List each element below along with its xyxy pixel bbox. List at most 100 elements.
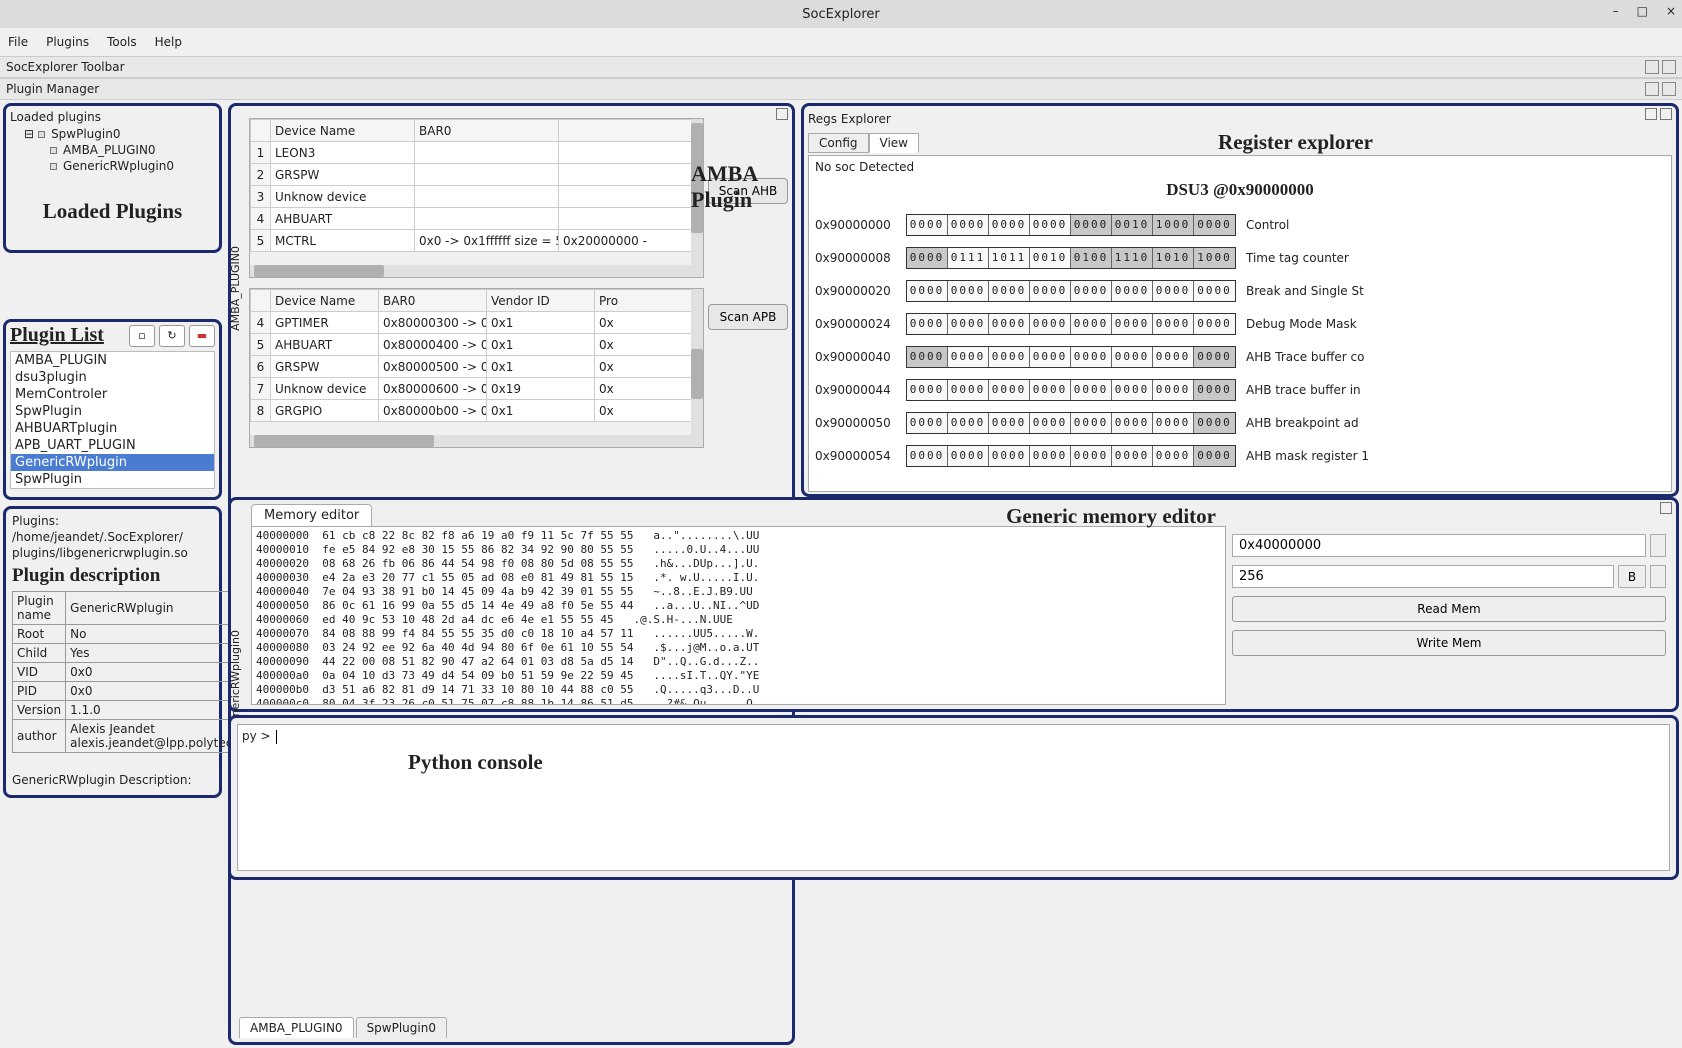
register-nibble[interactable]: 1000: [1194, 248, 1235, 268]
scan-apb-button[interactable]: Scan APB: [708, 304, 788, 330]
register-nibble[interactable]: 1110: [1112, 248, 1153, 268]
dock-close-icon[interactable]: [1662, 82, 1676, 96]
read-mem-button[interactable]: Read Mem: [1232, 596, 1666, 622]
dock-close-icon[interactable]: [1660, 108, 1672, 120]
table-row[interactable]: 4GPTIMER0x80000300 -> 0x800003ff size = …: [251, 312, 703, 334]
register-nibble[interactable]: 0000: [989, 413, 1030, 433]
register-nibble[interactable]: 0000: [1030, 314, 1071, 334]
register-nibble[interactable]: 0000: [1030, 380, 1071, 400]
register-nibble[interactable]: 0000: [989, 380, 1030, 400]
table-row[interactable]: 4AHBUART: [251, 208, 703, 230]
register-nibble[interactable]: 0000: [1194, 347, 1235, 367]
register-nibble[interactable]: 0010: [1030, 248, 1071, 268]
register-nibble[interactable]: 0000: [1112, 281, 1153, 301]
plugin-list-item[interactable]: GenericRWplugin: [11, 454, 214, 471]
refresh-button[interactable]: ↻: [159, 325, 185, 347]
ahb-table[interactable]: Device NameBAR01LEON32GRSPW3Unknow devic…: [250, 119, 703, 252]
register-nibble[interactable]: 0000: [989, 347, 1030, 367]
register-nibble[interactable]: 0000: [948, 314, 989, 334]
dock-icon[interactable]: [1660, 502, 1672, 514]
register-nibble[interactable]: 0000: [1030, 446, 1071, 466]
tree-item-child[interactable]: AMBA_PLUGIN0: [10, 142, 215, 158]
register-nibble[interactable]: 1000: [1153, 215, 1194, 235]
register-nibble[interactable]: 0000: [907, 314, 948, 334]
register-row[interactable]: 0x90000054000000000000000000000000000000…: [815, 439, 1665, 472]
amba-vertical-tab[interactable]: AMBA_PLUGIN0: [229, 246, 242, 331]
tab-spwplugin0[interactable]: SpwPlugin0: [356, 1017, 447, 1038]
plugin-list-item[interactable]: AHBUARTplugin: [11, 420, 214, 437]
mode-spinner[interactable]: [1650, 565, 1666, 588]
plugin-list-item[interactable]: MemControler: [11, 386, 214, 403]
register-nibble[interactable]: 0000: [1030, 215, 1071, 235]
register-nibble[interactable]: 0000: [1153, 281, 1194, 301]
register-nibble[interactable]: 0000: [1194, 413, 1235, 433]
dock-close-icon[interactable]: [1662, 60, 1676, 74]
table-row[interactable]: 8GRGPIO0x80000b00 -> 0x80000bff size = 2…: [251, 400, 703, 422]
register-nibble[interactable]: 0000: [1153, 413, 1194, 433]
register-nibble[interactable]: 0000: [907, 347, 948, 367]
register-row[interactable]: 0x90000020000000000000000000000000000000…: [815, 274, 1665, 307]
register-nibble[interactable]: 0000: [907, 248, 948, 268]
plugin-list-item[interactable]: dsu3plugin: [11, 369, 214, 386]
register-nibble[interactable]: 0000: [907, 380, 948, 400]
register-nibble[interactable]: 0000: [989, 281, 1030, 301]
register-nibble[interactable]: 0111: [948, 248, 989, 268]
register-nibble[interactable]: 0000: [907, 446, 948, 466]
hex-dump[interactable]: 40000000 61 cb c8 22 8c 82 f8 a6 19 a0 f…: [251, 526, 1226, 705]
register-nibble[interactable]: 0000: [1030, 347, 1071, 367]
plugin-list-item[interactable]: SpwPlugin: [11, 403, 214, 420]
dock-float-icon[interactable]: [1645, 82, 1659, 96]
tab-config[interactable]: Config: [808, 133, 869, 153]
address-input[interactable]: [1232, 534, 1646, 557]
register-nibble[interactable]: 0000: [1071, 413, 1112, 433]
table-row[interactable]: 5MCTRL0x0 -> 0x1ffffff size = 512MB0x200…: [251, 230, 703, 252]
register-nibble[interactable]: 0000: [1071, 446, 1112, 466]
register-row[interactable]: 0x90000000000000000000000000000010100000…: [815, 208, 1665, 241]
register-nibble[interactable]: 0000: [907, 413, 948, 433]
table-row[interactable]: 3Unknow device: [251, 186, 703, 208]
register-nibble[interactable]: 0000: [1071, 314, 1112, 334]
size-input[interactable]: [1232, 565, 1614, 588]
table-row[interactable]: 6GRSPW0x80000500 -> 0x800005ff size = 25…: [251, 356, 703, 378]
register-nibble[interactable]: 0000: [1153, 347, 1194, 367]
write-mem-button[interactable]: Write Mem: [1232, 630, 1666, 656]
register-nibble[interactable]: 0000: [1071, 347, 1112, 367]
register-row[interactable]: 0x90000044000000000000000000000000000000…: [815, 373, 1665, 406]
menu-tools[interactable]: Tools: [107, 35, 137, 49]
register-nibble[interactable]: 0000: [1112, 413, 1153, 433]
table-row[interactable]: 7Unknow device0x80000600 -> 0x800006ff s…: [251, 378, 703, 400]
register-row[interactable]: 0x90000040000000000000000000000000000000…: [815, 340, 1665, 373]
register-row[interactable]: 0x90000024000000000000000000000000000000…: [815, 307, 1665, 340]
address-spinner[interactable]: [1650, 534, 1666, 557]
register-nibble[interactable]: 0100: [1071, 248, 1112, 268]
scan-ahb-button[interactable]: Scan AHB: [708, 178, 788, 204]
scrollbar-vertical[interactable]: [691, 289, 703, 447]
register-nibble[interactable]: 1010: [1153, 248, 1194, 268]
register-nibble[interactable]: 0000: [1194, 215, 1235, 235]
register-nibble[interactable]: 0000: [948, 413, 989, 433]
register-nibble[interactable]: 0000: [948, 215, 989, 235]
delete-button[interactable]: ▬: [189, 325, 215, 347]
tab-memory-editor[interactable]: Memory editor: [251, 504, 372, 526]
scrollbar-horizontal[interactable]: [250, 435, 703, 447]
register-nibble[interactable]: 0000: [907, 215, 948, 235]
plugin-list-item[interactable]: SpwPlugin: [11, 471, 214, 488]
register-nibble[interactable]: 1011: [989, 248, 1030, 268]
plugin-list-btn1[interactable]: ▫: [129, 325, 155, 347]
tab-view[interactable]: View: [869, 133, 919, 153]
register-nibble[interactable]: 0000: [1112, 347, 1153, 367]
register-row[interactable]: 0x90000008000001111011001001001110101010…: [815, 241, 1665, 274]
close-button[interactable]: ×: [1666, 4, 1676, 18]
register-nibble[interactable]: 0000: [989, 446, 1030, 466]
apb-table[interactable]: Device NameBAR0Vendor IDPro4GPTIMER0x800…: [250, 289, 703, 422]
register-row[interactable]: 0x90000050000000000000000000000000000000…: [815, 406, 1665, 439]
plugin-list[interactable]: AMBA_PLUGINdsu3pluginMemControlerSpwPlug…: [10, 351, 215, 489]
menu-file[interactable]: File: [8, 35, 28, 49]
dock-icon[interactable]: [1645, 108, 1657, 120]
plugin-list-item[interactable]: AMBA_PLUGIN: [11, 352, 214, 369]
register-nibble[interactable]: 0000: [1194, 446, 1235, 466]
register-nibble[interactable]: 0000: [1071, 215, 1112, 235]
register-nibble[interactable]: 0000: [989, 215, 1030, 235]
table-row[interactable]: 2GRSPW: [251, 164, 703, 186]
tab-amba-plugin0[interactable]: AMBA_PLUGIN0: [239, 1017, 354, 1038]
